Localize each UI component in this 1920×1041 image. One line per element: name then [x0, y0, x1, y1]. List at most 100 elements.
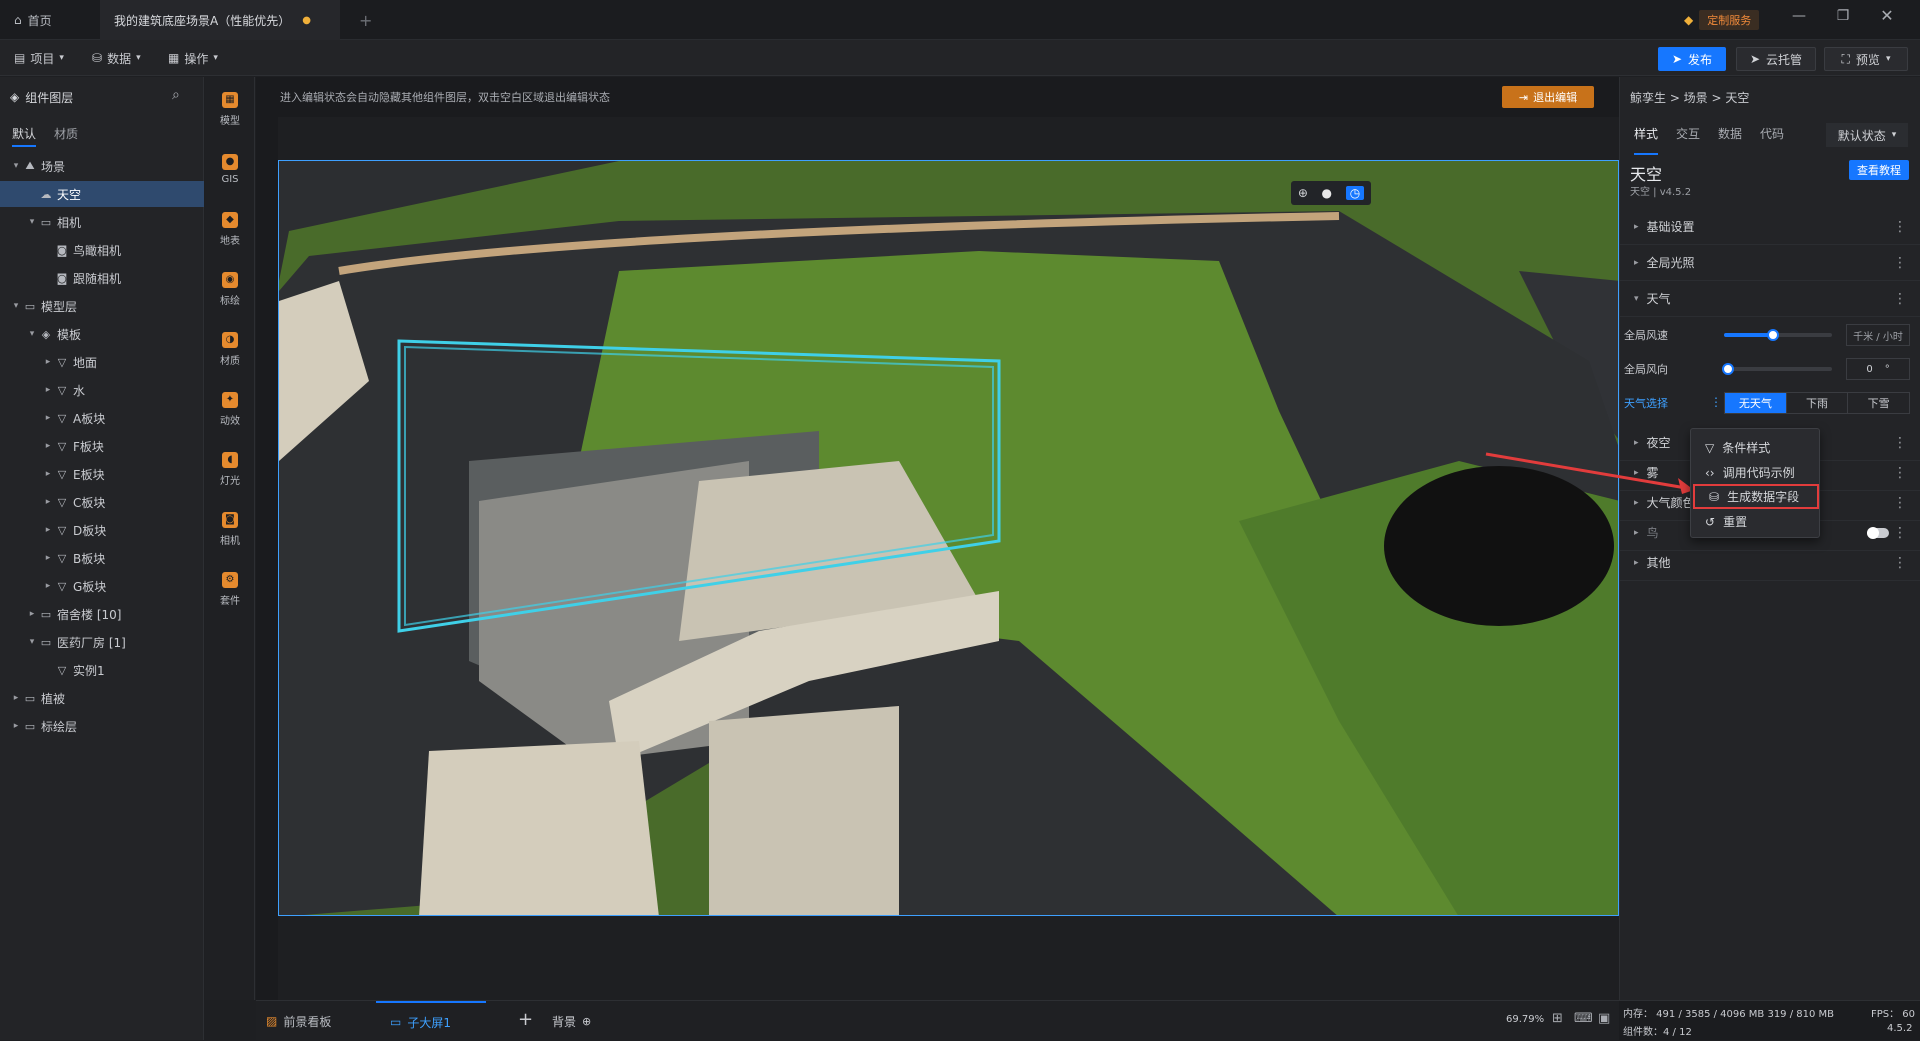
- category-button[interactable]: ◙ 相机: [205, 501, 255, 557]
- tree-item[interactable]: ▾ ▭ 模型层: [0, 293, 204, 319]
- more-vertical-icon[interactable]: ⋮: [1893, 219, 1907, 235]
- exit-edit-button[interactable]: ⇥ 退出编辑: [1502, 86, 1594, 108]
- property-tab[interactable]: 代码: [1760, 125, 1784, 155]
- tree-expand-icon[interactable]: ▸: [42, 581, 54, 591]
- tree-expand-icon[interactable]: ▸: [42, 469, 54, 479]
- more-vertical-icon[interactable]: ⋮: [1893, 495, 1907, 511]
- category-button[interactable]: ● GIS: [205, 141, 255, 197]
- bird-toggle[interactable]: [1867, 526, 1889, 539]
- category-button[interactable]: ◉ 标绘: [205, 261, 255, 317]
- category-button[interactable]: ✦ 动效: [205, 381, 255, 437]
- tree-item[interactable]: ◙ 跟随相机: [0, 265, 204, 291]
- tree-expand-icon[interactable]: ▸: [42, 497, 54, 507]
- more-vertical-icon[interactable]: ⋮: [1893, 435, 1907, 451]
- publish-button[interactable]: ➤ 发布: [1658, 47, 1726, 71]
- menu-operate[interactable]: ▦ 操作 ▾: [168, 40, 218, 76]
- state-select[interactable]: 默认状态 ▾: [1826, 123, 1908, 147]
- add-circle-icon[interactable]: ⊕: [582, 1015, 591, 1028]
- tree-item[interactable]: ▸ ▭ 标绘层: [0, 713, 204, 739]
- custom-service-button[interactable]: ◆ 定制服务: [1684, 9, 1760, 31]
- tree-item[interactable]: ▸ ▽ F板块: [0, 433, 204, 459]
- more-vertical-icon[interactable]: ⋮: [1893, 291, 1907, 307]
- tree-expand-icon[interactable]: ▾: [26, 329, 38, 339]
- property-tab[interactable]: 数据: [1718, 125, 1742, 155]
- tree-item[interactable]: ▸ ▽ D板块: [0, 517, 204, 543]
- menu-item-generate-field[interactable]: ⛁ 生成数据字段: [1693, 484, 1819, 509]
- tree-item[interactable]: ▽ 实例1: [0, 657, 204, 683]
- tree-item[interactable]: ▾ ◈ 模板: [0, 321, 204, 347]
- property-tab[interactable]: 样式: [1634, 125, 1659, 155]
- tree-expand-icon[interactable]: ▸: [26, 609, 38, 619]
- tree-item[interactable]: ◙ 鸟瞰相机: [0, 237, 204, 263]
- menu-data[interactable]: ⛁ 数据 ▾: [92, 40, 141, 76]
- property-section[interactable]: ▸ 全局光照 ⋮: [1620, 245, 1920, 281]
- wind-speed-slider[interactable]: [1724, 329, 1832, 341]
- tree-item[interactable]: ▸ ▽ C板块: [0, 489, 204, 515]
- wind-direction-input[interactable]: 0 °: [1846, 358, 1910, 380]
- fit-screen-icon[interactable]: ⊞: [1552, 1011, 1563, 1026]
- minimize-icon[interactable]: —: [1788, 8, 1810, 24]
- property-tab[interactable]: 交互: [1676, 125, 1700, 155]
- tutorial-button[interactable]: 查看教程: [1849, 160, 1909, 180]
- preview-button[interactable]: ⛶ 预览 ▾: [1824, 47, 1908, 71]
- globe-icon[interactable]: ⊕: [1298, 186, 1308, 200]
- weather-option[interactable]: 下雨: [1785, 393, 1848, 413]
- restore-icon[interactable]: ❐: [1832, 8, 1854, 24]
- tree-item[interactable]: ▸ ▽ E板块: [0, 461, 204, 487]
- tree-item[interactable]: ▾ ⛰ 场景: [0, 153, 204, 179]
- tree-item[interactable]: ☁ 天空: [0, 181, 204, 207]
- cloud-button[interactable]: ➤ 云托管: [1736, 47, 1816, 71]
- tree-item[interactable]: ▸ ▭ 植被: [0, 685, 204, 711]
- tree-expand-icon[interactable]: ▸: [42, 441, 54, 451]
- tab-background[interactable]: 背景 ⊕: [552, 1001, 591, 1041]
- tree-expand-icon[interactable]: ▸: [42, 553, 54, 563]
- menu-project[interactable]: ▤ 项目 ▾: [14, 40, 64, 76]
- tree-expand-icon[interactable]: ▸: [42, 385, 54, 395]
- tree-item[interactable]: ▸ ▽ 水: [0, 377, 204, 403]
- property-section[interactable]: ▸ 其他 ⋮: [1620, 545, 1920, 581]
- add-screen-button[interactable]: +: [518, 1009, 533, 1030]
- more-vertical-icon[interactable]: ⋮: [1893, 465, 1907, 481]
- zoom-level[interactable]: 69.79%: [1506, 1014, 1544, 1025]
- tab-material[interactable]: 材质: [54, 125, 78, 142]
- tree-item[interactable]: ▾ ▭ 相机: [0, 209, 204, 235]
- menu-item-code-sample[interactable]: ‹› 调用代码示例: [1691, 460, 1821, 485]
- tree-expand-icon[interactable]: ▸: [42, 525, 54, 535]
- wind-speed-input[interactable]: 千米 / 小时: [1846, 324, 1910, 346]
- terminal-icon[interactable]: ▣: [1598, 1011, 1610, 1026]
- tree-item[interactable]: ▸ ▽ B板块: [0, 545, 204, 571]
- category-button[interactable]: ◖ 灯光: [205, 441, 255, 497]
- tree-expand-icon[interactable]: ▾: [26, 637, 38, 647]
- more-vertical-icon[interactable]: ⋮: [1893, 255, 1907, 271]
- category-button[interactable]: ◆ 地表: [205, 201, 255, 257]
- weather-option[interactable]: 无天气: [1725, 393, 1786, 413]
- menu-item-reset[interactable]: ↺ 重置: [1691, 509, 1821, 534]
- tree-expand-icon[interactable]: ▸: [42, 413, 54, 423]
- new-tab-button[interactable]: +: [345, 0, 375, 40]
- property-section[interactable]: ▾ 天气 ⋮: [1620, 281, 1920, 317]
- wind-direction-handle[interactable]: [1722, 363, 1734, 375]
- tree-expand-icon[interactable]: ▸: [10, 721, 22, 731]
- tab-foreground[interactable]: ▨ 前景看板: [266, 1001, 331, 1041]
- tree-item[interactable]: ▾ ▭ 医药厂房 [1]: [0, 629, 204, 655]
- wind-speed-handle[interactable]: [1766, 329, 1779, 341]
- category-button[interactable]: ⚙ 套件: [205, 561, 255, 617]
- tree-expand-icon[interactable]: ▾: [26, 217, 38, 227]
- tree-expand-icon[interactable]: ▸: [10, 693, 22, 703]
- tree-expand-icon[interactable]: ▸: [42, 357, 54, 367]
- sphere-icon[interactable]: ●: [1322, 186, 1332, 200]
- tab-scene[interactable]: 我的建筑底座场景A（性能优先） ●: [100, 0, 340, 40]
- scene-viewport[interactable]: ⊕ ● ◷: [278, 160, 1619, 916]
- more-vertical-icon[interactable]: ⋮: [1893, 555, 1907, 571]
- tree-item[interactable]: ▸ ▽ G板块: [0, 573, 204, 599]
- search-icon[interactable]: ⌕: [172, 87, 180, 103]
- clock-icon[interactable]: ◷: [1345, 186, 1365, 200]
- category-button[interactable]: ▦ 模型: [205, 81, 255, 137]
- tree-expand-icon[interactable]: ▾: [10, 161, 22, 171]
- weather-option[interactable]: 下雪: [1847, 393, 1909, 413]
- tab-subscreen[interactable]: ▭ 子大屏1: [376, 1001, 486, 1041]
- tab-home[interactable]: ⌂ 首页: [0, 0, 90, 40]
- menu-item-condition-style[interactable]: ▽ 条件样式: [1691, 435, 1821, 460]
- tab-default[interactable]: 默认: [12, 125, 37, 147]
- property-section[interactable]: ▸ 基础设置 ⋮: [1620, 209, 1920, 245]
